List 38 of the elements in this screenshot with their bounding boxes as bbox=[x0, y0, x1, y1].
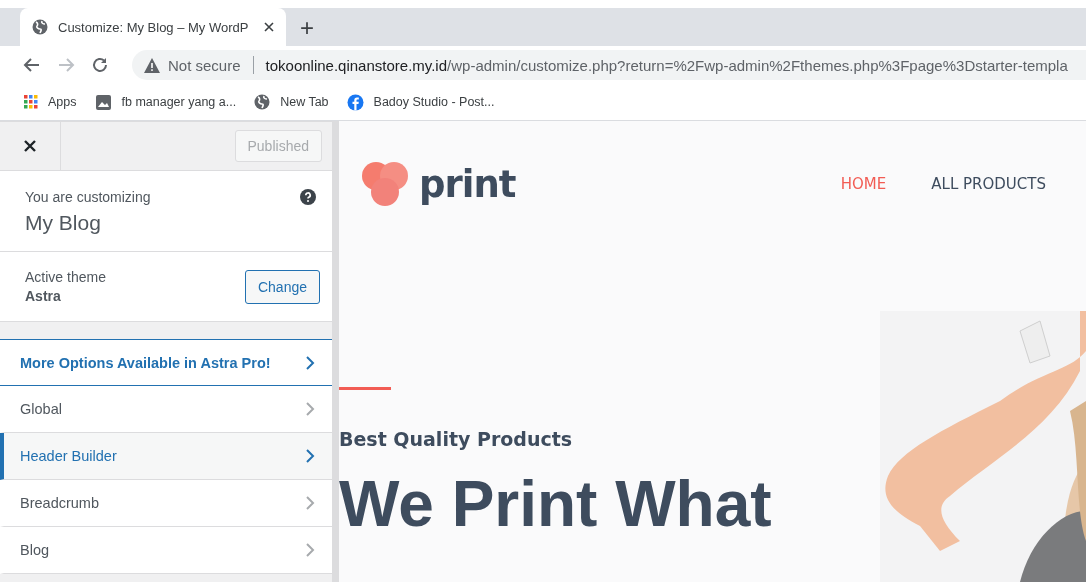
globe-icon bbox=[32, 19, 48, 35]
browser-tab[interactable]: Customize: My Blog – My WordP bbox=[20, 8, 286, 46]
section-item[interactable]: Global bbox=[0, 386, 332, 433]
new-tab-button[interactable]: + bbox=[300, 16, 314, 40]
nav-link[interactable]: ALL PRODUCTS bbox=[931, 175, 1046, 193]
bookmark[interactable]: New Tab bbox=[254, 94, 329, 110]
chevron-icon bbox=[304, 401, 316, 417]
globe-icon bbox=[254, 94, 271, 110]
chevron-icon bbox=[304, 354, 316, 371]
chevron-icon bbox=[304, 495, 316, 511]
customizing-label: You are customizing bbox=[25, 189, 151, 205]
site-title: My Blog bbox=[25, 211, 101, 235]
image-page-icon bbox=[94, 93, 112, 111]
change-button[interactable]: Change bbox=[244, 269, 320, 304]
logo-text: print bbox=[419, 162, 516, 206]
apps-grid-icon bbox=[24, 95, 38, 109]
eyebrow-text: Best Quality Products bbox=[339, 428, 574, 450]
section-item[interactable]: Breadcrumb bbox=[0, 480, 332, 527]
tab-title: Customize: My Blog – My WordP bbox=[58, 19, 250, 35]
bookmark[interactable]: Apps bbox=[24, 95, 77, 109]
section-item[interactable]: Blog bbox=[0, 527, 332, 574]
url-text: tokoonline.qinanstore.my.id/wp-admin/customize.php?return=%2Fwp-admin%2Fthemes.php%3Fpage%3Dstarter-templa bbox=[265, 56, 1068, 74]
security-label: Not secure bbox=[168, 56, 241, 74]
help-icon[interactable] bbox=[300, 189, 316, 205]
chevron-icon bbox=[304, 542, 316, 558]
headline: We Print What bbox=[339, 468, 773, 540]
section-item[interactable]: Header Builder bbox=[0, 433, 332, 480]
close-icon[interactable] bbox=[264, 22, 274, 32]
chevron-icon bbox=[304, 448, 316, 464]
reload-icon[interactable] bbox=[90, 55, 110, 75]
warning-icon bbox=[144, 57, 160, 73]
theme-name: Astra bbox=[25, 288, 62, 304]
section-item[interactable]: More Options Available in Astra Pro! bbox=[0, 339, 332, 386]
theme-label: Active theme bbox=[25, 269, 106, 285]
bookmark[interactable]: Badoy Studio - Post... bbox=[346, 93, 495, 111]
address-bar[interactable]: Not secure tokoonline.qinanstore.my.id/wp-admin/customize.php?return=%2Fwp-admin%2Fthemes.php%3Fpage%3Dstarter-templa bbox=[132, 50, 1086, 80]
bookmark[interactable]: fb manager yang a... bbox=[94, 93, 237, 111]
facebook-icon bbox=[346, 93, 364, 111]
